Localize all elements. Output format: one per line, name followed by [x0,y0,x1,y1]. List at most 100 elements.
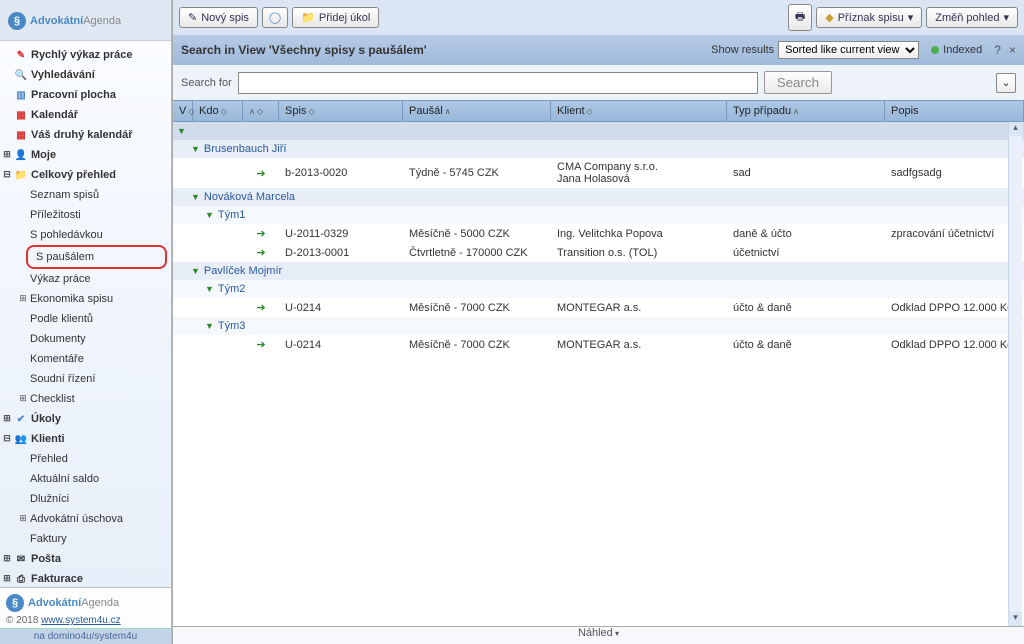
expand-search-button[interactable]: ⌄ [996,73,1016,93]
novy-spis-button[interactable]: ✎Nový spis [179,7,258,28]
nav-item[interactable]: ⊞Checklist [0,389,171,409]
expander-icon[interactable]: ⊟ [2,434,12,444]
grid-row[interactable]: ▼ [173,122,1024,140]
nav-item[interactable]: ▦Váš druhý kalendář [0,125,171,145]
expander-icon[interactable]: ⊞ [2,150,12,160]
cell [173,342,193,348]
grid-header: V◇ Kdo◇ ∧◇ Spis◇ Paušál∧ Klient◇ Typ pří… [173,100,1024,122]
expander-icon[interactable]: ⊞ [18,294,28,304]
col-blank[interactable]: ∧◇ [243,101,279,121]
expander-icon[interactable]: ⊞ [18,394,28,404]
expander-icon[interactable]: ⊞ [18,514,28,524]
grid-row[interactable]: ➔D-2013-0001Čtvrtletně - 170000 CZKTrans… [173,243,1024,262]
nav-item[interactable]: ✎Rychlý výkaz práce [0,45,171,65]
twist-icon[interactable]: ▼ [205,284,214,294]
nav-label: Kalendář [31,107,78,123]
col-klient[interactable]: Klient◇ [551,101,727,121]
grid-row[interactable]: ➔U-2011-0329Měsíčně - 5000 CZKIng. Velit… [173,224,1024,243]
nav-item[interactable]: Podle klientů [0,309,171,329]
col-spis[interactable]: Spis◇ [279,101,403,121]
cell: sadfgsadg [885,164,1024,182]
grid-row[interactable]: ▼ Brusenbauch Jiří [173,140,1024,158]
nav-item[interactable]: S paušálem [26,245,167,269]
group-label: Brusenbauch Jiří [204,143,287,155]
grid-body[interactable]: ▴▾ ▼▼Brusenbauch Jiří➔b-2013-0020Týdně -… [173,122,1024,626]
nav-item[interactable]: ▥Pracovní plocha [0,85,171,105]
grid-row[interactable]: ▼Tým3 [173,317,1024,335]
grid-row[interactable]: ➔U-0214Měsíčně - 7000 CZKMONTEGAR a.s.úč… [173,335,1024,354]
priznak-spisu-button[interactable]: ◆Příznak spisu▾ [816,7,922,28]
indexed-indicator: Indexed [931,44,982,56]
nav-item[interactable]: Dlužníci [0,489,171,509]
nav-item[interactable]: Seznam spisů [0,185,171,205]
nav-item[interactable]: Komentáře [0,349,171,369]
sort-select[interactable]: Sorted like current view [778,41,919,59]
col-kdo[interactable]: Kdo◇ [193,101,243,121]
nav-item[interactable]: Faktury [0,529,171,549]
search-button[interactable]: Search [764,71,832,94]
close-button[interactable]: × [1009,43,1016,57]
zmen-pohled-button[interactable]: Změň pohled▾ [926,7,1018,28]
preview-bar[interactable]: Náhled ▾ [173,626,1024,644]
grid-row[interactable]: ▼Tým1 [173,206,1024,224]
grid-row[interactable]: ▼Tým2 [173,280,1024,298]
grid-row[interactable]: ▼Nováková Marcela [173,188,1024,206]
nav-item[interactable]: ⊞✔Úkoly [0,409,171,429]
grid-row[interactable]: ➔b-2013-0020Týdně - 5745 CZKCMA Company … [173,158,1024,188]
nav-item[interactable]: ⊞👤Moje [0,145,171,165]
twist-icon[interactable]: ▼ [177,126,186,136]
nav-label: Příležitosti [30,207,81,223]
col-v[interactable]: V◇ [173,101,193,121]
nav-icon: ▦ [14,128,28,142]
nav-item[interactable]: ⊞✉Pošta [0,549,171,569]
grid-row[interactable]: ▼Pavlíček Mojmír [173,262,1024,280]
nav-item[interactable]: S pohledávkou [0,225,171,245]
bubble-button[interactable]: ◯ [262,7,288,28]
nav-item[interactable]: Aktuální saldo [0,469,171,489]
col-pausal[interactable]: Paušál∧ [403,101,551,121]
nav-item[interactable]: ⊞Ekonomika spisu [0,289,171,309]
expander-icon[interactable]: ⊞ [2,554,12,564]
nav-icon: 🔍 [14,68,28,82]
twist-icon[interactable]: ▼ [205,210,214,220]
pridej-ukol-button[interactable]: 📁Přidej úkol [292,7,379,28]
twist-icon[interactable]: ▼ [191,144,200,154]
nav-item[interactable]: 🔍Vyhledávání [0,65,171,85]
nav-item[interactable]: Soudní řízení [0,369,171,389]
nav-item[interactable]: ⊟👥Klienti [0,429,171,449]
help-button[interactable]: ? [994,43,1001,57]
search-input[interactable] [238,72,758,94]
expander-icon[interactable]: ⊟ [2,170,12,180]
cell: ➔ [243,298,279,317]
scroll-up-icon[interactable]: ▴ [1009,122,1022,136]
nav-label: Fakturace [31,571,83,587]
nav-item[interactable]: Výkaz práce [0,269,171,289]
nav-item[interactable]: ▦Kalendář [0,105,171,125]
cell: sad [727,164,885,182]
cell: Týdně - 5745 CZK [403,164,551,182]
twist-icon[interactable]: ▼ [191,266,200,276]
v-scrollbar[interactable]: ▴▾ [1008,122,1022,626]
cell: Měsíčně - 5000 CZK [403,225,551,243]
print-button[interactable]: 🖶 [788,4,812,31]
nav-label: Podle klientů [30,311,93,327]
cell: ➔ [243,335,279,354]
nav-item[interactable]: Přehled [0,449,171,469]
col-popis[interactable]: Popis [885,101,1024,121]
copyright: © 2018 www.system4u.cz [6,615,121,626]
grid-row[interactable]: ➔U-0214Měsíčně - 7000 CZKMONTEGAR a.s.úč… [173,298,1024,317]
nav-item[interactable]: ⊟📁Celkový přehled [0,165,171,185]
nav-item[interactable]: Dokumenty [0,329,171,349]
nav-item[interactable]: ⊞Advokátní úschova [0,509,171,529]
col-typ[interactable]: Typ případu∧ [727,101,885,121]
toolbar: ✎Nový spis ◯ 📁Přidej úkol 🖶 ◆Příznak spi… [173,0,1024,35]
nav-item[interactable]: ⊞⎙Fakturace [0,569,171,587]
scroll-down-icon[interactable]: ▾ [1009,612,1022,626]
twist-icon[interactable]: ▼ [205,321,214,331]
cell: Ing. Velitchka Popova [551,225,727,243]
expander-icon[interactable]: ⊞ [2,414,12,424]
expander-icon[interactable]: ⊞ [2,574,12,584]
vendor-link[interactable]: www.system4u.cz [41,615,120,626]
twist-icon[interactable]: ▼ [191,192,200,202]
nav-item[interactable]: Příležitosti [0,205,171,225]
